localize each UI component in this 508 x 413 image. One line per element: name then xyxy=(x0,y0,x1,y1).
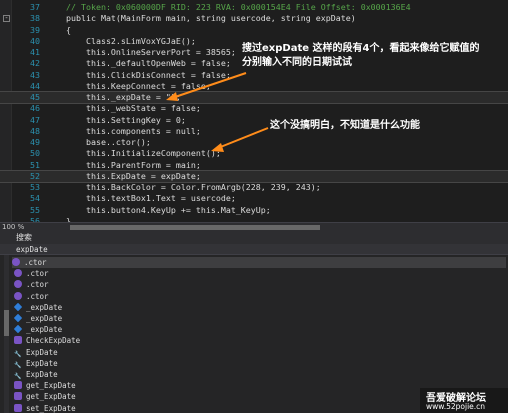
search-result-item[interactable]: ExpDate xyxy=(14,347,214,358)
search-result-label: ExpDate xyxy=(26,370,58,379)
method-icon xyxy=(14,336,22,345)
search-result-item[interactable]: set_ExpDate xyxy=(14,403,214,413)
search-result-label: get_ExpDate xyxy=(26,392,76,402)
method-icon xyxy=(14,392,22,401)
search-result-label: .ctor xyxy=(26,291,49,301)
search-result-item[interactable]: .ctor xyxy=(14,279,214,290)
ctor-icon xyxy=(14,280,22,289)
search-result-label: _expDate xyxy=(26,325,63,335)
search-result-label: ExpDate xyxy=(26,347,58,357)
search-result-item[interactable]: _expDate xyxy=(13,313,214,324)
search-result-label: _expDate xyxy=(26,314,63,323)
search-result-item[interactable]: .ctor xyxy=(12,257,506,268)
arrow-to-expdate-property xyxy=(211,127,269,152)
vertical-scrollbar[interactable] xyxy=(4,255,9,413)
code-editor[interactable]: 37 // Token: 0x060000DF RID: 223 RVA: 0x… xyxy=(0,0,508,271)
horizontal-scroll-thumb[interactable] xyxy=(70,225,320,230)
prop-icon xyxy=(14,372,22,380)
arrow-to-expdate-field xyxy=(166,72,247,101)
vertical-scroll-thumb[interactable] xyxy=(4,310,9,336)
search-input[interactable]: expDate xyxy=(0,244,508,255)
horizontal-scrollbar[interactable]: 100 % xyxy=(0,222,508,232)
search-result-item[interactable]: ExpDate xyxy=(14,369,214,380)
search-result-item[interactable]: .ctor xyxy=(14,268,214,279)
method-icon xyxy=(14,403,22,412)
search-result-label: .ctor xyxy=(26,280,49,290)
zoom-level[interactable]: 100 % xyxy=(2,223,24,232)
search-result-item[interactable]: get_ExpDate xyxy=(14,391,214,402)
search-result-label: ExpDate xyxy=(26,358,58,368)
search-result-label: .ctor xyxy=(26,269,49,279)
search-result-item[interactable]: CheckExpDate xyxy=(14,335,214,346)
field-icon xyxy=(13,302,23,312)
ctor-icon xyxy=(14,291,22,300)
field-icon xyxy=(13,324,23,334)
field-icon xyxy=(13,313,23,323)
search-result-item[interactable]: get_ExpDate xyxy=(14,380,214,391)
annotation-arrows xyxy=(166,72,269,152)
search-result-label: CheckExpDate xyxy=(26,336,81,346)
ctor-icon xyxy=(12,258,20,266)
prop-icon xyxy=(14,350,22,358)
search-result-label: set_ExpDate xyxy=(26,403,76,413)
search-result-label: get_ExpDate xyxy=(26,381,76,391)
search-panel-title: 搜索 xyxy=(0,232,508,244)
site-watermark: 吾爱破解论坛 www.52pojie.cn xyxy=(420,388,508,413)
search-result-item[interactable]: _expDate xyxy=(13,302,214,313)
search-result-label: .ctor xyxy=(24,258,47,267)
prop-icon xyxy=(14,361,22,369)
ctor-icon xyxy=(14,269,22,278)
search-result-item[interactable]: .ctor xyxy=(14,291,214,302)
search-result-item[interactable]: _expDate xyxy=(13,324,214,335)
search-result-label: _expDate xyxy=(26,302,63,312)
method-icon xyxy=(14,381,22,390)
watermark-url: www.52pojie.cn xyxy=(426,402,486,411)
search-result-item[interactable]: ExpDate xyxy=(14,358,214,369)
